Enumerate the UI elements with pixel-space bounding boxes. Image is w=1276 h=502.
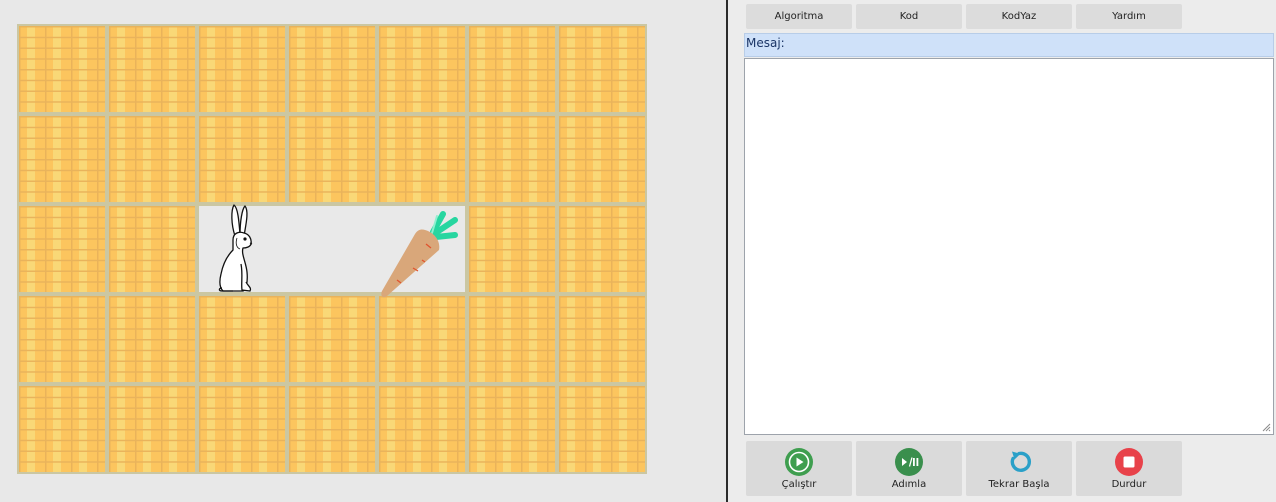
wall-tile: [469, 116, 555, 202]
tab-kod[interactable]: Kod: [856, 4, 962, 29]
wall-tile: [109, 116, 195, 202]
wall-tile: [469, 296, 555, 382]
wall-tile: [289, 116, 375, 202]
wall-tile: [289, 386, 375, 472]
wall-tile: [559, 206, 645, 292]
wall-tile: [19, 26, 105, 112]
wall-tile: [469, 206, 555, 292]
wall-tile: [469, 386, 555, 472]
message-label: Mesaj:: [744, 33, 1274, 57]
wall-tile: [559, 26, 645, 112]
run-button-label: Çalıştır: [781, 479, 817, 490]
wall-tile: [379, 26, 465, 112]
carrot-icon: [381, 211, 458, 298]
tab-yardim[interactable]: Yardım: [1076, 4, 1182, 29]
wall-tile: [289, 296, 375, 382]
restart-button[interactable]: Tekrar Başla: [966, 441, 1072, 496]
wall-tile: [199, 386, 285, 472]
stop-button-label: Durdur: [1111, 479, 1147, 490]
wall-tile: [109, 206, 195, 292]
wall-tile: [109, 296, 195, 382]
wall-tile: [469, 26, 555, 112]
wall-tile: [199, 26, 285, 112]
step-icon: [895, 448, 923, 476]
play-icon: [785, 448, 813, 476]
wall-tile: [289, 26, 375, 112]
wall-tile: [379, 116, 465, 202]
path-tile: [287, 206, 377, 292]
wall-tile: [19, 386, 105, 472]
restart-button-label: Tekrar Başla: [988, 479, 1050, 490]
stop-icon: [1115, 448, 1143, 476]
rabbit-icon: [218, 204, 253, 292]
restart-icon: [1010, 451, 1031, 472]
tab-kodyaz[interactable]: KodYaz: [966, 4, 1072, 29]
wall-tile: [199, 116, 285, 202]
wall-tile: [19, 116, 105, 202]
wall-tile: [559, 386, 645, 472]
run-button[interactable]: Çalıştır: [746, 441, 852, 496]
wall-tile: [19, 206, 105, 292]
wall-tile: [559, 296, 645, 382]
wall-tile: [199, 296, 285, 382]
message-textarea[interactable]: [744, 58, 1274, 435]
wall-tile: [109, 386, 195, 472]
control-panel: Algoritma Kod KodYaz Yardım Mesaj: Çalış…: [728, 0, 1276, 502]
resize-grip-icon[interactable]: [1262, 423, 1271, 432]
wall-tile: [109, 26, 195, 112]
wall-tile: [19, 296, 105, 382]
game-area: [0, 0, 726, 502]
wall-tile: [559, 116, 645, 202]
wall-tile: [379, 296, 465, 382]
step-button[interactable]: Adımla: [856, 441, 962, 496]
step-button-label: Adımla: [891, 479, 927, 490]
tab-algoritma[interactable]: Algoritma: [746, 4, 852, 29]
maze-grid: [17, 24, 647, 474]
stop-button[interactable]: Durdur: [1076, 441, 1182, 496]
wall-tile: [379, 386, 465, 472]
